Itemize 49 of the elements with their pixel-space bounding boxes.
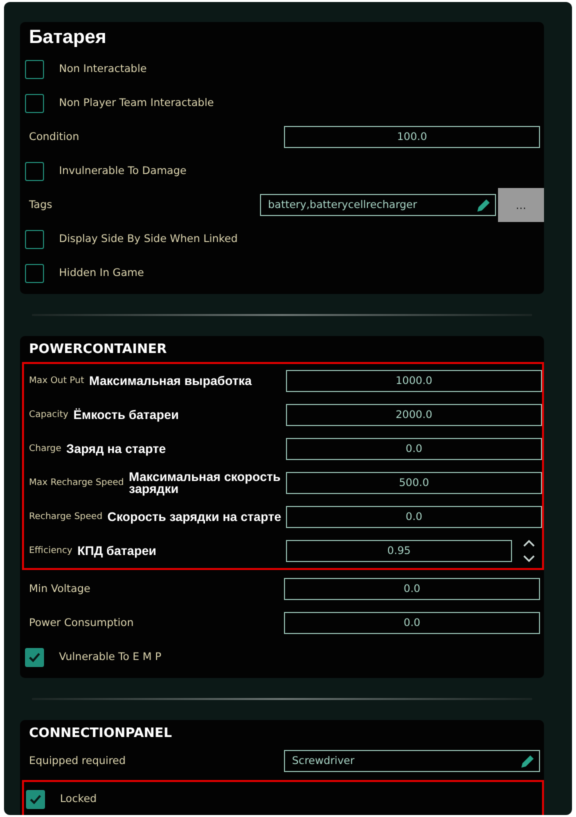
pencil-icon[interactable] xyxy=(476,198,491,212)
checkbox[interactable] xyxy=(25,162,44,180)
number-field[interactable]: 0.0 xyxy=(286,438,542,460)
checkbox[interactable] xyxy=(25,648,44,666)
checkbox[interactable] xyxy=(25,94,44,112)
checkbox-label: Non Player Team Interactable xyxy=(59,97,214,109)
number-field[interactable]: 100.0 xyxy=(284,126,540,148)
field-label: Condition xyxy=(28,131,80,143)
text-field[interactable]: Screwdriver xyxy=(284,750,540,772)
section-title: Батарея xyxy=(28,26,108,50)
checkbox[interactable] xyxy=(25,230,44,248)
checkbox[interactable] xyxy=(26,790,45,808)
number-field[interactable]: 0.0 xyxy=(284,578,540,600)
text-field[interactable]: battery,batterycellrecharger xyxy=(260,194,496,216)
field-label: Recharge Speed xyxy=(28,512,102,522)
number-field[interactable]: 500.0 xyxy=(286,472,542,494)
annotation-text: КПД батареи xyxy=(76,545,158,557)
field-label: Max Out Put xyxy=(28,376,84,386)
field-label: Max Recharge Speed xyxy=(28,478,124,488)
more-button[interactable]: ... xyxy=(498,188,544,222)
field-label: Charge xyxy=(28,444,62,454)
checkbox-label: Hidden In Game xyxy=(59,267,144,279)
section-title: POWERCONTAINER xyxy=(28,341,168,359)
field-label: Tags xyxy=(28,199,52,211)
number-field[interactable]: 2000.0 xyxy=(286,404,542,426)
annotation-text: Ёмкость батареи xyxy=(72,409,180,421)
annotation-text: Максимальная выработка xyxy=(88,375,253,387)
spinner-arrows-icon[interactable] xyxy=(522,538,536,564)
checkbox-label: Display Side By Side When Linked xyxy=(59,233,238,245)
number-field[interactable]: 0.95 xyxy=(286,540,512,562)
checkbox[interactable] xyxy=(25,264,44,282)
field-label: Capacity xyxy=(28,410,68,420)
number-field[interactable]: 1000.0 xyxy=(286,370,542,392)
checkbox-label: Vulnerable To E M P xyxy=(59,651,162,663)
annotation-text: Максимальная скорость зарядки xyxy=(128,471,282,495)
checkbox[interactable] xyxy=(25,60,44,78)
field-label: Min Voltage xyxy=(28,583,90,595)
number-field[interactable]: 0.0 xyxy=(286,506,542,528)
checkbox-label: Invulnerable To Damage xyxy=(59,165,186,177)
annotation-text: Скорость зарядки на старте xyxy=(106,511,282,523)
checkbox-label: Locked xyxy=(60,793,97,805)
section-title: CONNECTIONPANEL xyxy=(28,725,173,743)
field-label: Efficiency xyxy=(28,546,72,556)
annotation-text: Заряд на старте xyxy=(65,443,167,455)
number-field[interactable]: 0.0 xyxy=(284,612,540,634)
field-label: Equipped required xyxy=(28,755,126,767)
pencil-icon[interactable] xyxy=(520,754,535,768)
checkbox-label: Non Interactable xyxy=(59,63,147,75)
field-label: Power Consumption xyxy=(28,617,134,629)
